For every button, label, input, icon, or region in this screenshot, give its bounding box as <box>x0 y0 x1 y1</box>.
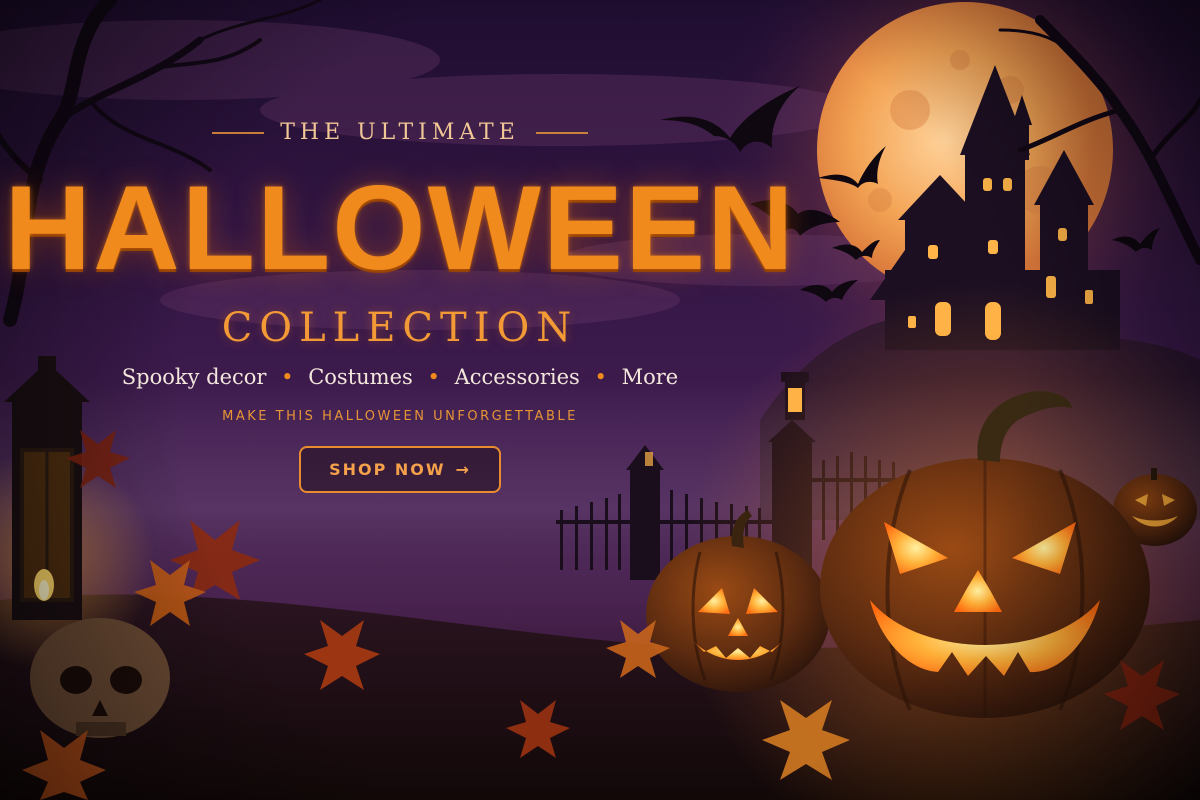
eyebrow-text: THE ULTIMATE <box>280 120 520 145</box>
category-separator: • <box>594 365 607 389</box>
hero-sub-headline: COLLECTION <box>221 305 579 351</box>
shop-now-label: SHOP NOW <box>329 460 446 479</box>
shop-now-button[interactable]: SHOP NOW → <box>299 446 501 493</box>
category-separator: • <box>281 365 294 389</box>
category-separator: • <box>427 365 440 389</box>
category-list: Spooky decor • Costumes • Accessories • … <box>80 365 720 389</box>
category-spooky-decor: Spooky decor <box>121 365 267 389</box>
eyebrow-row: THE ULTIMATE <box>80 120 720 145</box>
eyebrow-rule-right <box>535 131 588 134</box>
eyebrow-rule-left <box>212 131 265 134</box>
category-accessories: Accessories <box>454 365 580 389</box>
hero-copy: THE ULTIMATE HALLOWEEN COLLECTION Spooky… <box>4 120 796 493</box>
halloween-banner: THE ULTIMATE HALLOWEEN COLLECTION Spooky… <box>0 0 1200 800</box>
category-more: More <box>621 365 679 389</box>
category-costumes: Costumes <box>308 365 413 389</box>
arrow-right-icon: → <box>455 460 471 479</box>
tagline: MAKE THIS HALLOWEEN UNFORGETTABLE <box>222 409 578 424</box>
hero-headline: HALLOWEEN <box>4 161 796 295</box>
